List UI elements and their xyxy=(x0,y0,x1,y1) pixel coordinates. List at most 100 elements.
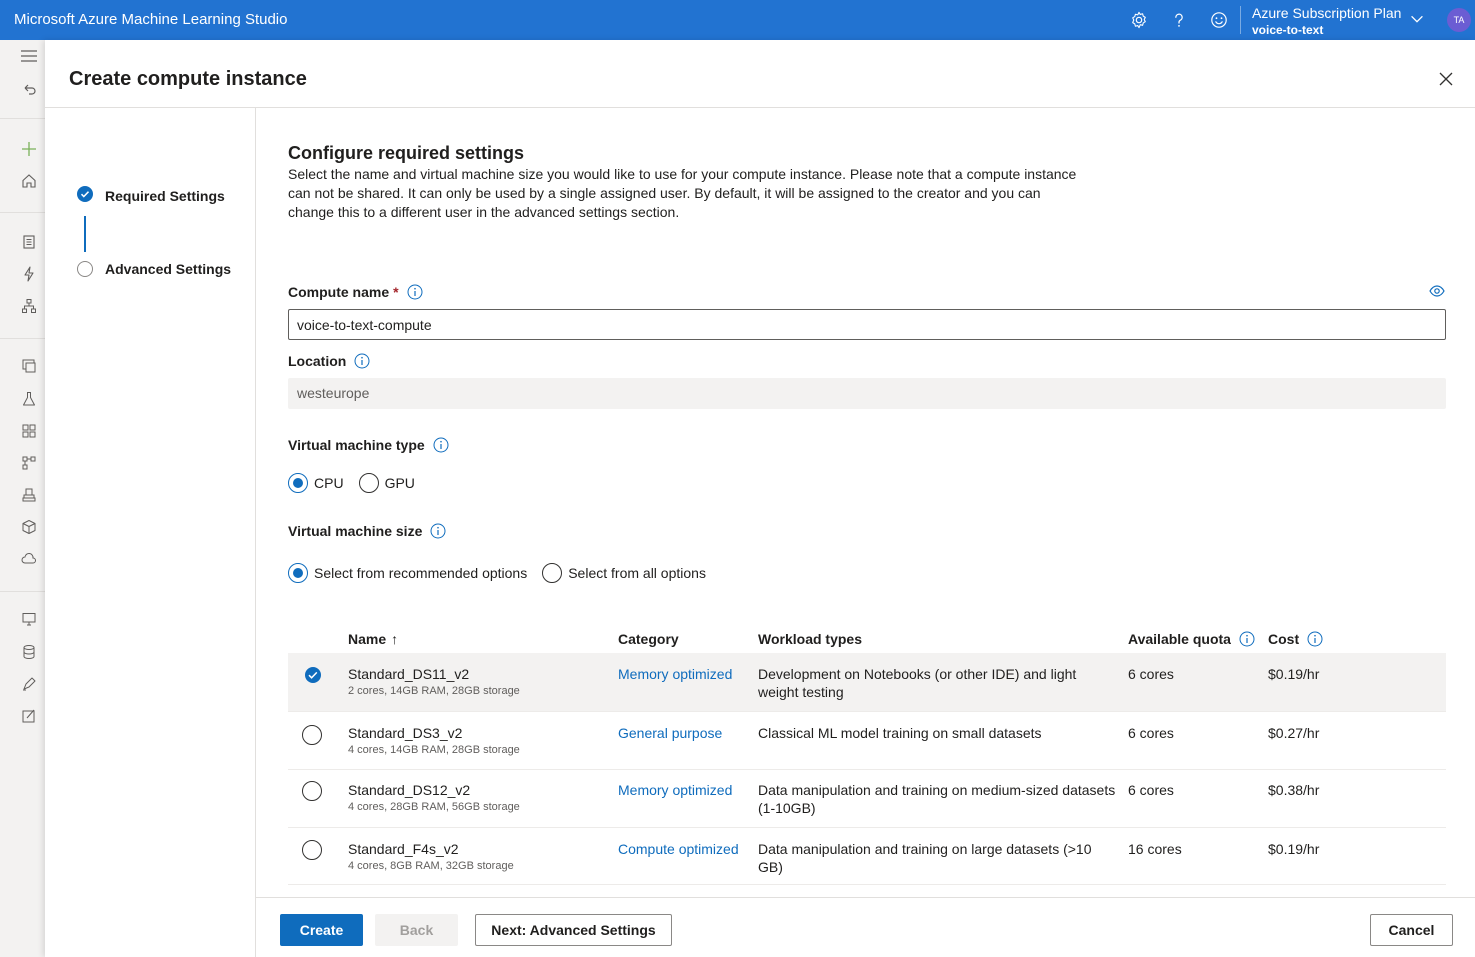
row-radio[interactable] xyxy=(302,781,322,801)
column-header-quota[interactable]: Available quota xyxy=(1128,631,1255,647)
vm-name-cell: Standard_DS3_v2 4 cores, 14GB RAM, 28GB … xyxy=(348,724,520,758)
vm-name-cell: Standard_F4s_v2 4 cores, 8GB RAM, 32GB s… xyxy=(348,840,514,874)
settings-gear-icon[interactable] xyxy=(1127,8,1151,32)
notebooks-icon[interactable] xyxy=(18,231,40,253)
quota-cell: 6 cores xyxy=(1128,782,1174,798)
home-icon[interactable] xyxy=(18,170,40,192)
back-button[interactable]: Back xyxy=(375,914,458,946)
header-label: Cost xyxy=(1268,631,1300,647)
back-arrow-icon[interactable] xyxy=(18,78,40,100)
endpoints-cloud-icon[interactable] xyxy=(18,548,40,570)
row-selected-check-icon[interactable] xyxy=(304,666,322,684)
next-advanced-settings-button[interactable]: Next: Advanced Settings xyxy=(475,914,672,946)
info-icon[interactable] xyxy=(433,437,449,453)
designer-icon[interactable] xyxy=(18,295,40,317)
step-pending-circle-icon xyxy=(77,261,93,277)
category-link[interactable]: Compute optimized xyxy=(618,840,739,858)
compute-name-label-row: Compute name * xyxy=(288,284,423,300)
section-description: Select the name and virtual machine size… xyxy=(288,166,1077,220)
rail-separator xyxy=(0,591,45,592)
radio-cpu[interactable] xyxy=(288,473,308,493)
table-row[interactable]: Standard_DS3_v2 4 cores, 14GB RAM, 28GB … xyxy=(288,712,1446,770)
radio-recommended[interactable] xyxy=(288,563,308,583)
table-row[interactable]: Standard_DS11_v2 2 cores, 14GB RAM, 28GB… xyxy=(288,653,1446,712)
quota-cell: 16 cores xyxy=(1128,841,1182,857)
column-header-cost[interactable]: Cost xyxy=(1268,631,1323,647)
vm-specs: 4 cores, 14GB RAM, 28GB storage xyxy=(348,744,520,756)
vm-name: Standard_DS3_v2 xyxy=(348,725,463,741)
step-label: Required Settings xyxy=(105,187,225,204)
chevron-down-icon[interactable] xyxy=(1408,10,1426,31)
hamburger-menu-icon[interactable] xyxy=(18,45,40,67)
pipelines-icon[interactable] xyxy=(18,420,40,442)
rail-separator xyxy=(0,212,45,213)
cost-cell: $0.27/hr xyxy=(1268,725,1320,741)
cost-cell: $0.38/hr xyxy=(1268,782,1320,798)
radio-gpu[interactable] xyxy=(358,473,379,493)
step-required-settings[interactable]: Required Settings xyxy=(77,186,225,205)
top-bar: Microsoft Azure Machine Learning Studio … xyxy=(0,0,1475,40)
compute-name-input[interactable] xyxy=(288,309,1446,340)
linked-services-icon[interactable] xyxy=(18,705,40,727)
info-icon[interactable] xyxy=(1239,631,1255,647)
info-icon[interactable] xyxy=(407,284,423,300)
flow-icon[interactable] xyxy=(18,452,40,474)
datasets-icon[interactable] xyxy=(18,355,40,377)
footer-divider xyxy=(256,897,1475,898)
experiments-flask-icon[interactable] xyxy=(18,388,40,410)
create-compute-panel: Create compute instance Required Setting… xyxy=(45,40,1475,957)
datastores-icon[interactable] xyxy=(18,641,40,663)
header-label: Workload types xyxy=(758,631,862,647)
step-label: Advanced Settings xyxy=(105,261,232,277)
box-cube-icon[interactable] xyxy=(18,516,40,538)
radio-all-options[interactable] xyxy=(542,563,563,583)
info-icon[interactable] xyxy=(1307,631,1323,647)
radio-label[interactable]: GPU xyxy=(385,475,415,491)
column-header-category[interactable]: Category xyxy=(618,631,679,647)
header-label: Category xyxy=(618,631,679,647)
quota-cell: 6 cores xyxy=(1128,666,1174,682)
create-button[interactable]: Create xyxy=(280,914,363,946)
location-label: Location xyxy=(288,353,347,369)
automated-ml-icon[interactable] xyxy=(18,263,40,285)
category-link[interactable]: Memory optimized xyxy=(618,781,732,799)
workload-cell: Classical ML model training on small dat… xyxy=(758,725,1042,741)
vm-specs: 4 cores, 28GB RAM, 56GB storage xyxy=(348,801,520,813)
feedback-smiley-icon[interactable] xyxy=(1207,8,1231,32)
data-labeling-icon[interactable] xyxy=(18,673,40,695)
radio-label[interactable]: CPU xyxy=(314,475,344,491)
info-icon[interactable] xyxy=(354,353,370,369)
models-icon[interactable] xyxy=(18,484,40,506)
app-title[interactable]: Microsoft Azure Machine Learning Studio xyxy=(14,11,287,28)
table-row[interactable]: Standard_F4s_v2 4 cores, 8GB RAM, 32GB s… xyxy=(288,828,1446,885)
table-row[interactable]: Standard_DS12_v2 4 cores, 28GB RAM, 56GB… xyxy=(288,770,1446,828)
topbar-divider xyxy=(1240,6,1241,34)
eye-view-icon[interactable] xyxy=(1429,283,1445,299)
row-radio[interactable] xyxy=(302,725,322,745)
close-icon[interactable] xyxy=(1438,71,1454,87)
radio-label[interactable]: Select from all options xyxy=(568,565,706,581)
compute-monitor-icon[interactable] xyxy=(18,608,40,630)
row-radio[interactable] xyxy=(302,840,322,860)
radio-label[interactable]: Select from recommended options xyxy=(314,565,527,581)
user-avatar[interactable]: TA xyxy=(1447,8,1471,32)
subscription-plan[interactable]: Azure Subscription Plan xyxy=(1252,5,1401,21)
required-asterisk: * xyxy=(393,284,399,300)
workspace-name[interactable]: voice-to-text xyxy=(1252,23,1323,37)
sort-ascending-icon[interactable]: ↑ xyxy=(391,631,398,647)
step-advanced-settings[interactable]: Advanced Settings xyxy=(77,261,231,277)
category-link[interactable]: General purpose xyxy=(618,724,722,742)
plus-new-icon[interactable] xyxy=(18,138,40,160)
category-link[interactable]: Memory optimized xyxy=(618,665,732,683)
column-header-name[interactable]: Name ↑ xyxy=(348,631,398,647)
location-readonly-field: westeurope xyxy=(288,378,1446,409)
header-divider xyxy=(45,107,1475,108)
column-header-workload[interactable]: Workload types xyxy=(758,631,862,647)
step-connector xyxy=(84,216,86,252)
vm-type-radio-group: CPU GPU xyxy=(288,473,430,493)
vm-type-label-row: Virtual machine type xyxy=(288,437,449,453)
help-icon[interactable] xyxy=(1167,8,1191,32)
vm-size-label-row: Virtual machine size xyxy=(288,523,446,539)
info-icon[interactable] xyxy=(430,523,446,539)
cancel-button[interactable]: Cancel xyxy=(1370,914,1453,946)
